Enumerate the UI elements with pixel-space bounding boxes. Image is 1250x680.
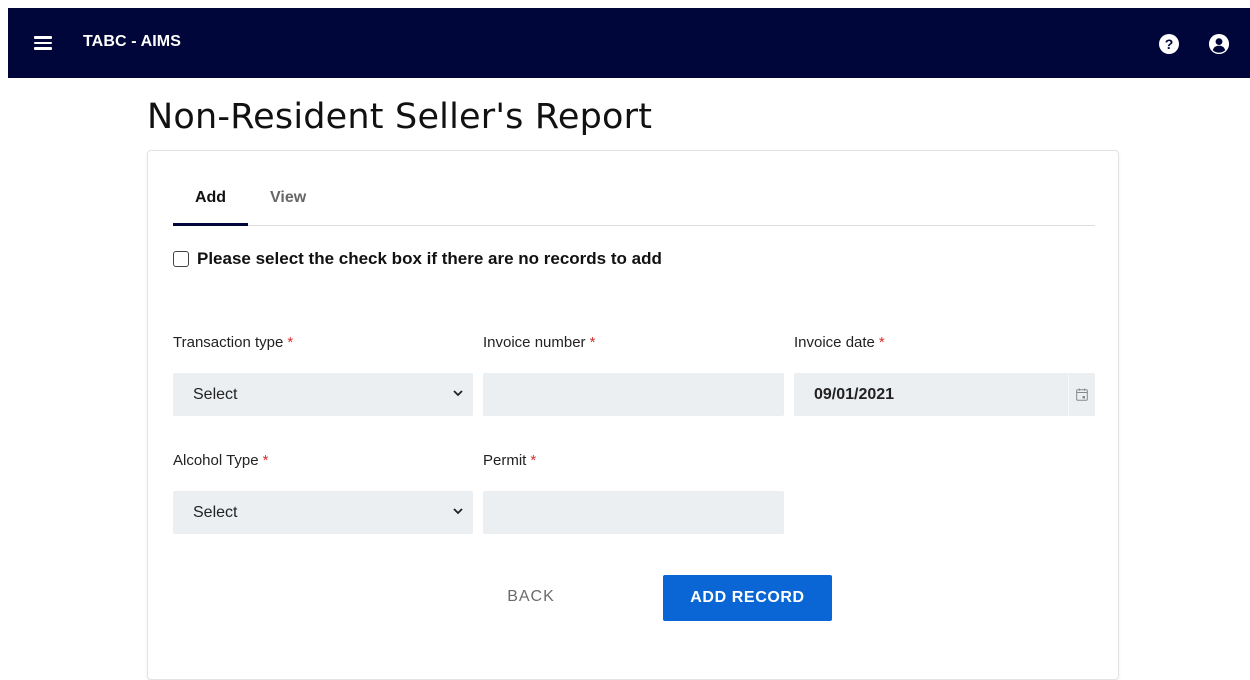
required-mark: * [589, 334, 596, 351]
menu-icon[interactable] [34, 36, 52, 50]
add-record-button[interactable]: ADD RECORD [663, 575, 832, 621]
required-mark: * [287, 334, 294, 351]
form-card: Add View Please select the check box if … [147, 150, 1119, 680]
permit-label-text: Permit [483, 452, 527, 469]
tab-view[interactable]: View [270, 187, 306, 225]
required-mark: * [878, 334, 885, 351]
invoice-number-input[interactable] [483, 373, 784, 416]
calendar-icon[interactable] [1068, 373, 1095, 416]
tab-bar: Add View [173, 187, 1095, 226]
required-mark: * [530, 452, 537, 469]
invoice-date-input[interactable]: 09/01/2021 [794, 373, 1095, 416]
chevron-down-icon [453, 504, 463, 518]
permit-label: Permit * [483, 452, 536, 469]
no-records-option: Please select the check box if there are… [173, 249, 662, 269]
invoice-number-label-text: Invoice number [483, 334, 586, 351]
alcohol-type-select[interactable]: Select [173, 491, 473, 534]
alcohol-type-label: Alcohol Type * [173, 452, 268, 469]
transaction-type-value: Select [193, 385, 238, 403]
tab-add[interactable]: Add [173, 187, 248, 226]
no-records-checkbox[interactable] [173, 251, 189, 267]
alcohol-type-label-text: Alcohol Type [173, 452, 259, 469]
invoice-date-label: Invoice date * [794, 334, 885, 351]
help-icon[interactable]: ? [1159, 34, 1179, 54]
user-account-icon[interactable] [1209, 34, 1229, 54]
transaction-type-label: Transaction type * [173, 334, 293, 351]
permit-input[interactable] [483, 491, 784, 534]
app-title[interactable]: TABC - AIMS [83, 33, 181, 51]
invoice-date-value: 09/01/2021 [814, 385, 895, 403]
no-records-label: Please select the check box if there are… [197, 249, 662, 268]
required-mark: * [262, 452, 269, 469]
invoice-number-label: Invoice number * [483, 334, 595, 351]
transaction-type-select[interactable]: Select [173, 373, 473, 416]
top-app-bar: TABC - AIMS ? [8, 8, 1250, 78]
alcohol-type-value: Select [193, 503, 238, 521]
back-button[interactable]: BACK [490, 577, 572, 617]
invoice-date-label-text: Invoice date [794, 334, 875, 351]
chevron-down-icon [453, 386, 463, 400]
transaction-type-label-text: Transaction type [173, 334, 284, 351]
page-title: Non-Resident Seller's Report [147, 97, 653, 137]
